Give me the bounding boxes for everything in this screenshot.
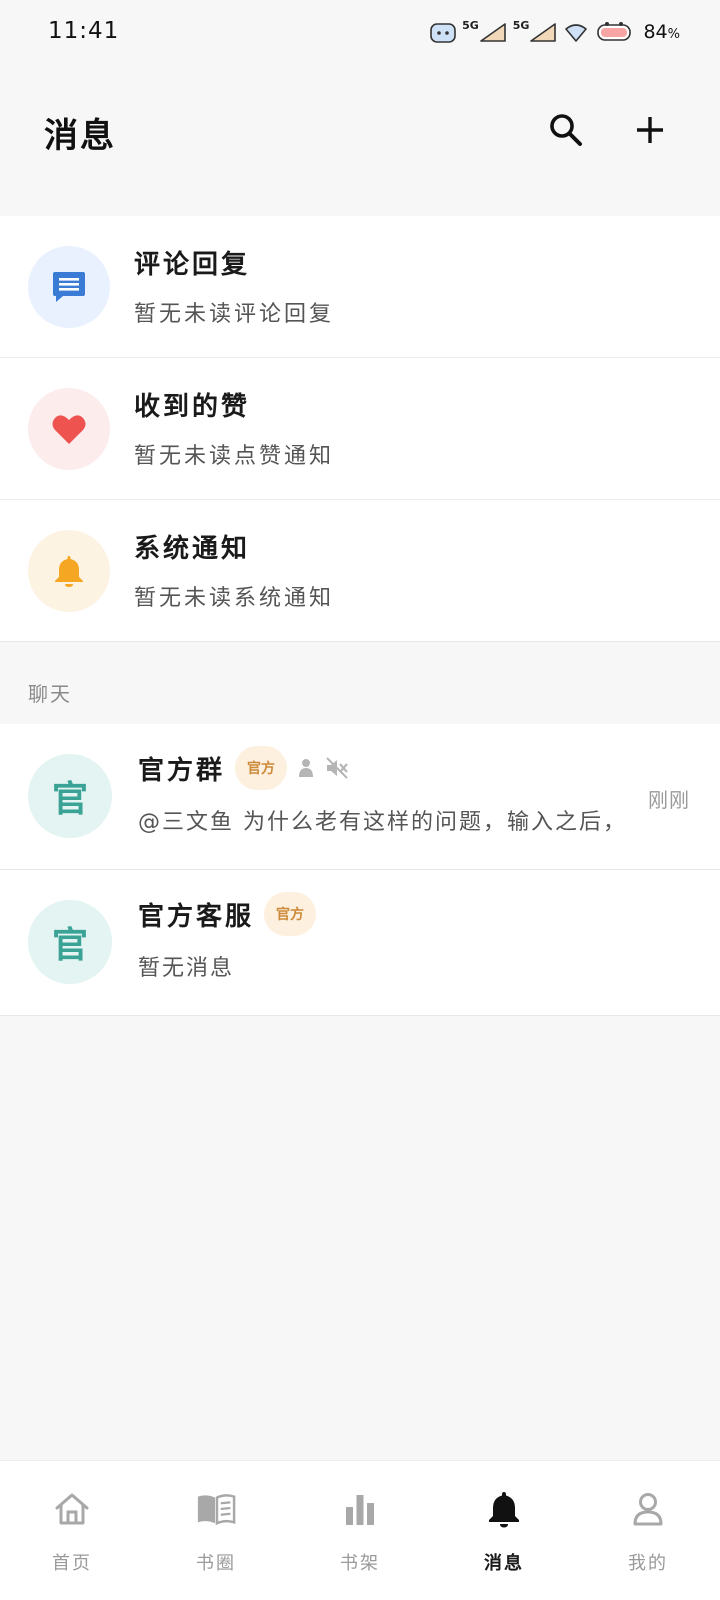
avatar: 官 (28, 754, 112, 838)
messages-page: 11:41 5G 5G 84% 消息 评论回复 暂无未读评论回复 收到的赞 暂无… (0, 0, 720, 1600)
chat-item-official-group[interactable]: 官 官方群 官方 @三文鱼 为什么老有这样的问题，输入之后， 刚刚 (0, 724, 720, 870)
nav-label: 书架 (340, 1553, 380, 1574)
status-time: 11:41 (48, 18, 120, 44)
chat-name: 官方客服 (138, 901, 255, 932)
official-badge: 官方 (235, 746, 288, 790)
cat-face-icon (430, 23, 456, 43)
chat-time: 刚刚 (648, 788, 690, 812)
nav-label: 消息 (484, 1553, 524, 1574)
page-title: 消息 (44, 116, 116, 156)
chat-last-message: 暂无消息 (138, 956, 235, 981)
heart-icon-wrap (28, 388, 110, 470)
header: 消息 (0, 90, 720, 170)
nav-item-bookshelf[interactable]: 书架 (288, 1461, 432, 1600)
book-icon (197, 1494, 236, 1526)
bell-icon (489, 1492, 519, 1528)
status-bar: 11:41 5G 5G 84% (0, 0, 720, 64)
signal-icon (479, 23, 506, 42)
plus-icon (637, 117, 663, 143)
chat-name-row: 官方群 官方 (138, 744, 349, 792)
wifi-icon (565, 24, 588, 42)
notification-item-likes[interactable]: 收到的赞 暂无未读点赞通知 (0, 358, 720, 500)
battery-level: 84% (643, 21, 680, 43)
official-badge: 官方 (264, 892, 317, 936)
heart-icon (52, 415, 86, 444)
add-button[interactable] (622, 102, 678, 158)
nav-item-home[interactable]: 首页 (0, 1461, 144, 1600)
notification-title: 系统通知 (134, 534, 251, 564)
chat-item-official-service[interactable]: 官 官方客服 官方 暂无消息 (0, 870, 720, 1016)
bottom-nav: 首页 书圈 书架 消息 我的 (0, 1460, 720, 1600)
home-icon (55, 1493, 89, 1525)
chat-name-row: 官方客服 官方 (138, 890, 317, 938)
notification-item-system[interactable]: 系统通知 暂无未读系统通知 (0, 500, 720, 642)
chat-name: 官方群 (138, 755, 226, 786)
network-label: 5G (462, 18, 479, 32)
comment-icon (53, 272, 85, 302)
member-icon (299, 759, 314, 777)
battery-icon (597, 22, 632, 41)
notification-title: 收到的赞 (134, 392, 251, 422)
nav-label: 首页 (52, 1553, 92, 1574)
notification-list: 评论回复 暂无未读评论回复 收到的赞 暂无未读点赞通知 系统通知 暂无未读系统通… (0, 216, 720, 642)
user-icon (633, 1493, 663, 1526)
chat-list: 官 官方群 官方 @三文鱼 为什么老有这样的问题，输入之后， 刚刚 官 官方客服… (0, 724, 720, 1016)
nav-item-book-circle[interactable]: 书圈 (144, 1461, 288, 1600)
search-icon (550, 114, 582, 146)
bar-chart-icon (346, 1495, 374, 1525)
bell-icon (55, 556, 83, 587)
nav-label: 书圈 (196, 1553, 236, 1574)
notification-subtitle: 暂无未读点赞通知 (134, 444, 335, 469)
chat-section-label: 聊天 (28, 682, 72, 706)
nav-item-messages[interactable]: 消息 (432, 1461, 576, 1600)
status-icons: 5G 5G 84% (430, 14, 680, 50)
search-button[interactable] (538, 102, 594, 158)
bell-icon-wrap (28, 530, 110, 612)
notification-subtitle: 暂无未读系统通知 (134, 586, 335, 611)
notification-subtitle: 暂无未读评论回复 (134, 302, 335, 327)
nav-item-me[interactable]: 我的 (576, 1461, 720, 1600)
avatar: 官 (28, 900, 112, 984)
network-label: 5G (512, 18, 530, 32)
mute-icon (326, 757, 348, 779)
chat-last-message: @三文鱼 为什么老有这样的问题，输入之后， (138, 810, 627, 835)
nav-label: 我的 (628, 1553, 668, 1574)
signal-icon (530, 23, 557, 42)
notification-title: 评论回复 (134, 250, 251, 280)
comment-icon-wrap (28, 246, 110, 328)
notification-item-comments[interactable]: 评论回复 暂无未读评论回复 (0, 216, 720, 358)
